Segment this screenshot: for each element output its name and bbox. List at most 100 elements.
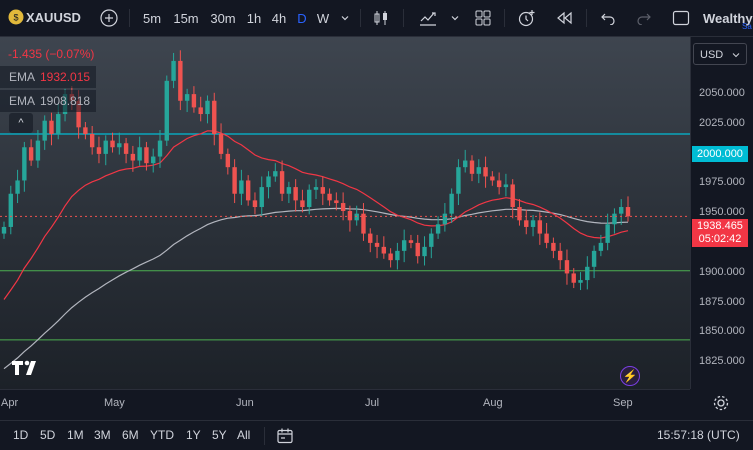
range-3m[interactable]: 3M xyxy=(94,421,111,450)
interval-chevron-icon[interactable] xyxy=(337,0,353,36)
candles-icon[interactable] xyxy=(370,0,392,36)
price-tick: 1850.000 xyxy=(699,325,745,337)
candle-body xyxy=(395,250,400,261)
candle-body xyxy=(354,213,359,221)
candle-body xyxy=(212,100,217,134)
candle-body xyxy=(517,207,522,221)
candle-body xyxy=(307,189,312,208)
level-price-label: 2000.000 xyxy=(692,146,748,162)
range-1m[interactable]: 1M xyxy=(67,421,84,450)
symbol-name[interactable]: XAUUSD xyxy=(26,0,81,36)
candle-body xyxy=(544,233,549,243)
settings-gear-icon[interactable] xyxy=(712,394,730,412)
candle-body xyxy=(415,242,420,257)
candle-body xyxy=(1,226,7,234)
candle-body xyxy=(340,203,346,212)
candle-body xyxy=(293,187,298,201)
svg-text:$: $ xyxy=(13,13,18,23)
interval-w[interactable]: W xyxy=(315,0,331,36)
top-toolbar: $ XAUUSD 5m 15m 30m 1h 4h D W Wealthy Sa xyxy=(0,0,753,37)
candle-body xyxy=(557,250,563,261)
range-all[interactable]: All xyxy=(237,421,250,450)
time-tick: Jul xyxy=(365,397,380,409)
candle-body xyxy=(551,242,556,251)
price-scale[interactable]: 2050.000 2025.000 1975.000 1950.000 1900… xyxy=(690,37,753,389)
candlestick-chart[interactable] xyxy=(0,37,690,389)
candle-body xyxy=(96,147,102,154)
range-1d[interactable]: 1D xyxy=(13,421,28,450)
interval-d[interactable]: D xyxy=(294,0,310,36)
range-1y[interactable]: 1Y xyxy=(186,421,201,450)
candle-body xyxy=(374,242,380,247)
price-tick: 1900.000 xyxy=(699,266,745,278)
price-tick: 2050.000 xyxy=(699,87,745,99)
chart-pane[interactable] xyxy=(0,37,690,389)
range-5d[interactable]: 5D xyxy=(40,421,55,450)
candle-body xyxy=(429,233,434,247)
interval-1h[interactable]: 1h xyxy=(244,0,264,36)
candle-body xyxy=(422,246,427,257)
alert-icon[interactable] xyxy=(516,0,538,36)
candle-body xyxy=(178,60,183,101)
layouts-icon[interactable] xyxy=(472,0,494,36)
tradingview-logo-icon[interactable] xyxy=(10,358,42,376)
ema-slow-legend[interactable]: EMA 1908.818 xyxy=(0,90,96,112)
candle-body xyxy=(198,107,203,115)
candle-body xyxy=(408,240,414,243)
date-range-icon[interactable] xyxy=(276,427,294,445)
fullscreen-icon[interactable] xyxy=(670,0,692,36)
candle-body xyxy=(273,171,278,177)
candle-body xyxy=(218,133,224,154)
ema-fast-value: 1932.015 xyxy=(40,70,91,84)
collapse-legend-button[interactable]: ^ xyxy=(9,113,33,133)
redo-icon[interactable] xyxy=(633,0,655,36)
interval-30m[interactable]: 30m xyxy=(207,0,239,36)
price-change: -1.435 (−0.07%) xyxy=(8,47,95,61)
time-tick: Apr xyxy=(1,397,19,409)
add-symbol-icon[interactable] xyxy=(97,0,121,36)
candle-body xyxy=(476,167,481,174)
current-price-label: 1938.465 05:02:42 xyxy=(692,219,748,247)
candle-body xyxy=(496,180,502,188)
candle-body xyxy=(232,167,237,194)
candle-body xyxy=(368,233,373,243)
currency-dropdown[interactable]: USD xyxy=(693,43,747,65)
candle-body xyxy=(144,147,149,164)
candle-body xyxy=(110,140,115,148)
interval-4h[interactable]: 4h xyxy=(269,0,289,36)
undo-icon[interactable] xyxy=(597,0,619,36)
bar-countdown: 05:02:42 xyxy=(698,233,742,245)
time-scale[interactable]: Apr May Jun Jul Aug Sep xyxy=(0,389,690,418)
time-tick: Sep xyxy=(613,397,633,409)
candle-body xyxy=(510,184,515,208)
candle-body xyxy=(184,94,190,101)
candle-body xyxy=(300,200,305,208)
indicators-icon[interactable] xyxy=(416,0,440,36)
interval-15m[interactable]: 15m xyxy=(170,0,202,36)
candle-body xyxy=(123,143,129,154)
candle-body xyxy=(449,193,454,214)
chevron-down-icon[interactable] xyxy=(447,0,463,36)
ema-fast-legend[interactable]: EMA 1932.015 xyxy=(0,66,96,88)
lightning-icon[interactable]: ⚡ xyxy=(620,366,640,386)
range-6m[interactable]: 6M xyxy=(122,421,139,450)
range-ytd[interactable]: YTD xyxy=(150,421,174,450)
candle-body xyxy=(578,280,583,283)
candle-body xyxy=(279,171,285,194)
clock-time[interactable]: 15:57:18 (UTC) xyxy=(657,421,740,450)
candle-body xyxy=(259,187,264,208)
candle-body xyxy=(252,200,258,208)
candle-body xyxy=(585,266,590,281)
interval-5m[interactable]: 5m xyxy=(140,0,164,36)
candle-body xyxy=(164,80,169,141)
candle-body xyxy=(286,187,292,194)
time-tick: Jun xyxy=(236,397,254,409)
range-5y[interactable]: 5Y xyxy=(212,421,227,450)
candle-body xyxy=(28,147,34,161)
brand-subtitle: Sa xyxy=(742,22,752,31)
time-tick: Aug xyxy=(483,397,503,409)
ema-slow-line xyxy=(3,207,629,370)
candle-body xyxy=(612,213,617,225)
candle-body xyxy=(171,60,176,81)
replay-icon[interactable] xyxy=(553,0,575,36)
